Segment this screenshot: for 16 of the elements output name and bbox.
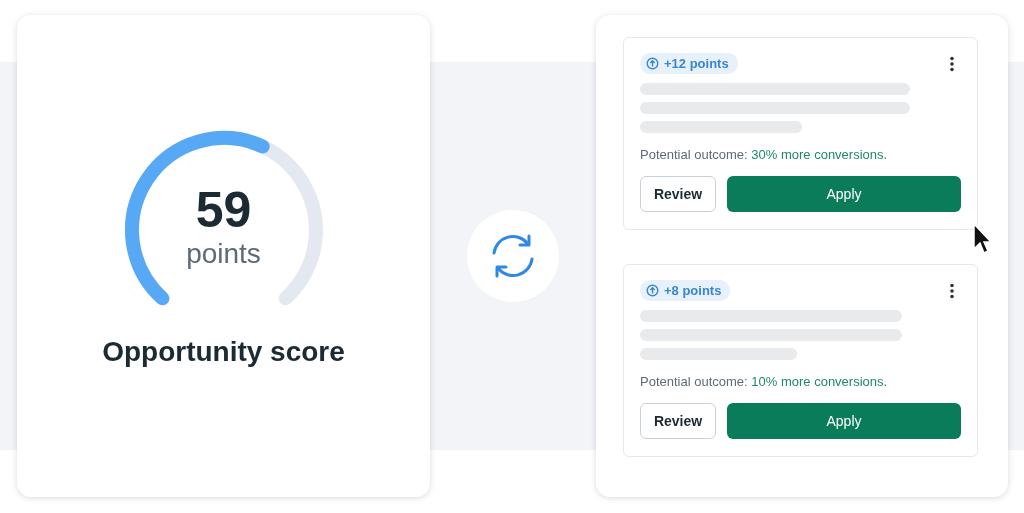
- arrow-up-circle-icon: [646, 57, 659, 70]
- more-icon[interactable]: [949, 282, 955, 299]
- arrow-up-circle-icon: [646, 284, 659, 297]
- score-value: 59: [195, 182, 252, 238]
- cursor-icon: [972, 223, 992, 255]
- score-title: Opportunity score: [102, 336, 345, 368]
- outcome-text: Potential outcome: 10% more conversions.: [640, 374, 889, 389]
- points-text: +8 points: [664, 283, 722, 298]
- review-button[interactable]: Review: [640, 403, 716, 439]
- points-text: +12 points: [664, 56, 729, 71]
- outcome-text: Potential outcome: 30% more conversions.: [640, 147, 889, 162]
- score-unit: points: [186, 238, 261, 270]
- apply-button[interactable]: Apply: [727, 176, 961, 212]
- review-button[interactable]: Review: [640, 176, 716, 212]
- apply-button[interactable]: Apply: [727, 403, 961, 439]
- more-icon[interactable]: [949, 55, 955, 72]
